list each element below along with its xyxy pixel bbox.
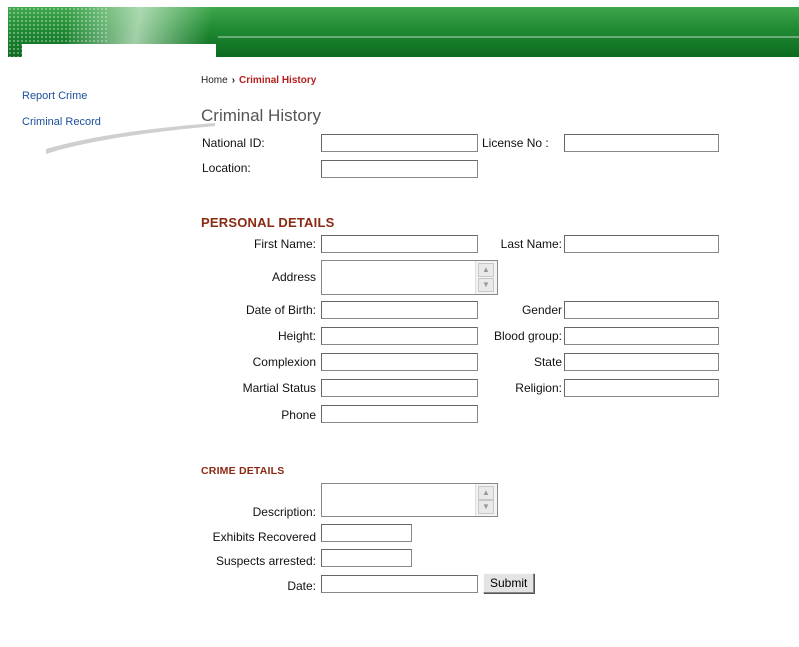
address-textarea[interactable]: ▲ ▼ bbox=[321, 260, 498, 295]
banner-line bbox=[218, 36, 799, 38]
sidebar-link-report-crime[interactable]: Report Crime bbox=[22, 90, 87, 102]
last-name-label: Last Name: bbox=[500, 237, 562, 251]
submit-button[interactable]: Submit bbox=[483, 573, 535, 593]
phone-label: Phone bbox=[281, 408, 316, 422]
scroll-up-icon[interactable]: ▲ bbox=[478, 263, 494, 277]
personal-details-heading: PERSONAL DETAILS bbox=[201, 215, 335, 230]
breadcrumb-home[interactable]: Home bbox=[201, 75, 228, 86]
height-label: Height: bbox=[277, 329, 316, 343]
date-input[interactable] bbox=[321, 575, 478, 593]
breadcrumb: Home › Criminal History bbox=[201, 75, 316, 86]
gender-input[interactable] bbox=[564, 301, 719, 319]
suspects-arrested-label: Suspects arrested: bbox=[215, 554, 316, 568]
location-label: Location: bbox=[202, 161, 251, 175]
state-label: State bbox=[533, 355, 562, 369]
exhibits-recovered-label: Exhibits Recovered bbox=[212, 530, 316, 544]
page-title: Criminal History bbox=[201, 106, 321, 125]
license-no-input[interactable] bbox=[564, 134, 719, 152]
location-input[interactable] bbox=[321, 160, 478, 178]
first-name-input[interactable] bbox=[321, 235, 478, 253]
sidebar-link-criminal-record[interactable]: Criminal Record bbox=[22, 116, 101, 128]
address-scrollbar[interactable]: ▲ ▼ bbox=[475, 261, 497, 294]
martial-status-input[interactable] bbox=[321, 379, 478, 397]
crime-details-heading: CRIME DETAILS bbox=[201, 465, 285, 477]
license-no-label: License No : bbox=[482, 136, 549, 150]
scroll-up-icon[interactable]: ▲ bbox=[478, 486, 494, 500]
suspects-arrested-input[interactable] bbox=[321, 549, 412, 567]
martial-status-label: Martial Status bbox=[242, 381, 316, 395]
phone-input[interactable] bbox=[321, 405, 478, 423]
complexion-label: Complexion bbox=[252, 355, 316, 369]
gender-label: Gender bbox=[521, 303, 562, 317]
breadcrumb-separator-icon: › bbox=[231, 75, 236, 86]
date-label: Date: bbox=[287, 579, 316, 593]
complexion-input[interactable] bbox=[321, 353, 478, 371]
first-name-label: First Name: bbox=[253, 237, 316, 251]
last-name-input[interactable] bbox=[564, 235, 719, 253]
religion-label: Religion: bbox=[515, 381, 562, 395]
state-input[interactable] bbox=[564, 353, 719, 371]
address-label: Address bbox=[271, 270, 316, 284]
scroll-down-icon[interactable]: ▼ bbox=[478, 500, 494, 514]
national-id-label: National ID: bbox=[202, 136, 265, 150]
breadcrumb-current: Criminal History bbox=[239, 75, 317, 86]
height-input[interactable] bbox=[321, 327, 478, 345]
scroll-down-icon[interactable]: ▼ bbox=[478, 278, 494, 292]
description-scrollbar[interactable]: ▲ ▼ bbox=[475, 484, 497, 516]
dob-input[interactable] bbox=[321, 301, 478, 319]
sidebar-curve-decoration bbox=[46, 123, 215, 154]
religion-input[interactable] bbox=[564, 379, 719, 397]
description-label: Description: bbox=[252, 505, 316, 519]
sidebar-panel bbox=[22, 44, 216, 88]
dob-label: Date of Birth: bbox=[245, 303, 316, 317]
blood-group-label: Blood group: bbox=[493, 329, 562, 343]
description-textarea[interactable]: ▲ ▼ bbox=[321, 483, 498, 517]
national-id-input[interactable] bbox=[321, 134, 478, 152]
blood-group-input[interactable] bbox=[564, 327, 719, 345]
exhibits-recovered-input[interactable] bbox=[321, 524, 412, 542]
